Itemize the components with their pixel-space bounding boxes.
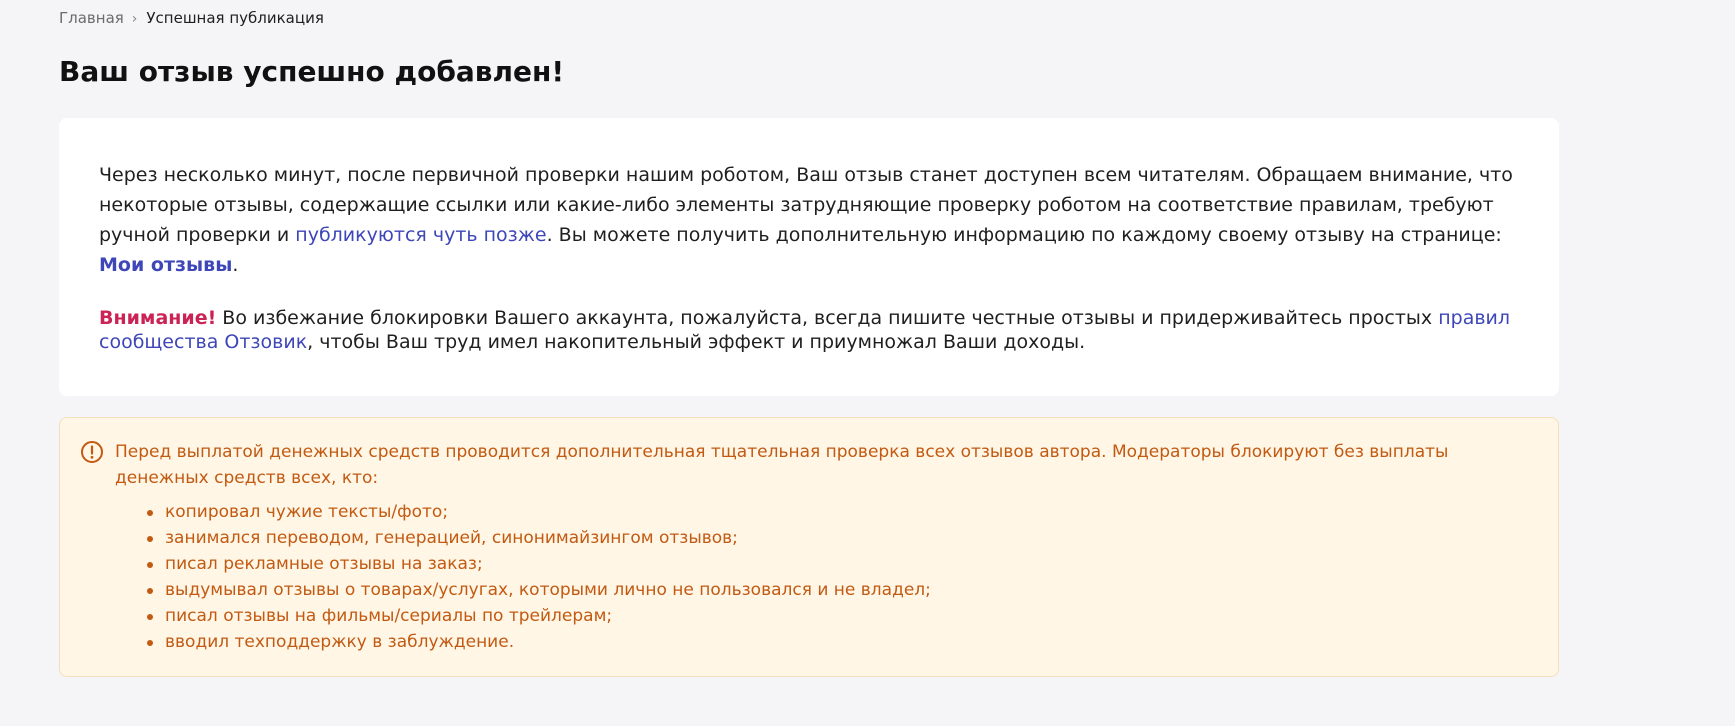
- list-item: писал рекламные отзывы на заказ;: [147, 551, 1518, 577]
- list-item: копировал чужие тексты/фото;: [147, 499, 1518, 525]
- published-later-link[interactable]: публикуются чуть позже: [295, 224, 546, 246]
- list-item: занимался переводом, генерацией, синоним…: [147, 525, 1518, 551]
- list-item: писал отзывы на фильмы/сериалы по трейле…: [147, 603, 1518, 629]
- warning-paragraph: Внимание! Во избежание блокировки Вашего…: [99, 306, 1519, 354]
- exclamation-circle-icon: [80, 440, 104, 464]
- breadcrumb-home-link[interactable]: Главная: [59, 9, 124, 27]
- attention-label: Внимание!: [99, 307, 217, 329]
- success-info-card: Через несколько минут, после первичной п…: [59, 118, 1559, 396]
- breadcrumb: Главная › Успешная публикация: [59, 8, 324, 29]
- breadcrumb-separator: ›: [131, 11, 138, 27]
- info-paragraph: Через несколько минут, после первичной п…: [99, 160, 1519, 280]
- list-item: вводил техподдержку в заблуждение.: [147, 629, 1518, 655]
- my-reviews-link[interactable]: Мои отзывы: [99, 254, 232, 276]
- breadcrumb-current: Успешная публикация: [146, 9, 324, 27]
- info-period: .: [232, 254, 239, 276]
- blocked-reasons-list: копировал чужие тексты/фото; занимался п…: [115, 499, 1518, 655]
- notice-intro: Перед выплатой денежных средств проводит…: [115, 442, 1449, 488]
- warning-text: Во избежание блокировки Вашего аккаунта,…: [216, 307, 1439, 329]
- page-title: Ваш отзыв успешно добавлен!: [59, 55, 565, 88]
- info-text-after: . Вы можете получить дополнительную инфо…: [546, 224, 1502, 246]
- payment-check-notice: Перед выплатой денежных средств проводит…: [59, 417, 1559, 677]
- list-item: выдумывал отзывы о товарах/услугах, кото…: [147, 577, 1518, 603]
- warning-text-after: , чтобы Ваш труд имел накопительный эффе…: [307, 331, 1086, 353]
